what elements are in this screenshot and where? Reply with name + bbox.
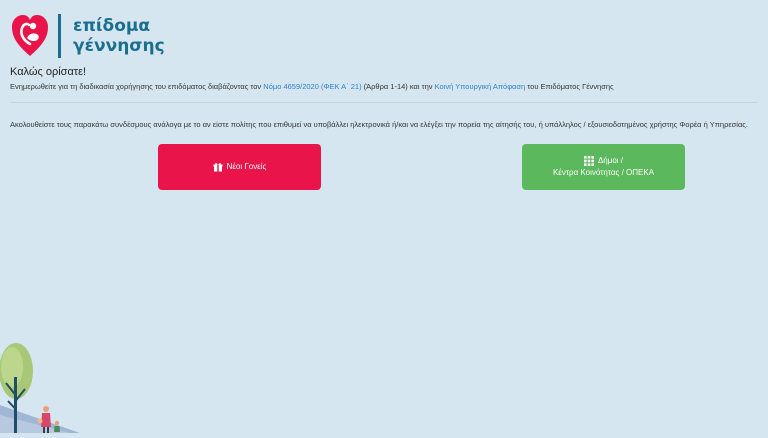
welcome-title: Καλώς ορίσατε! — [10, 66, 87, 78]
family-tree-illustration — [0, 343, 80, 433]
decision-link[interactable]: Κοινή Υπουργική Απόφαση — [435, 82, 526, 91]
logo-line-1: επίδομα — [73, 16, 151, 36]
logo-wordmark[interactable]: επίδομα γέννησης — [73, 16, 165, 56]
logo-line-2: γέννησης — [73, 36, 165, 56]
intro-paragraph: Ενημερωθείτε για τη διαδικασία χορήγησης… — [10, 82, 614, 91]
new-parents-button-content: Νέοι Γονείς — [213, 161, 267, 173]
law-link[interactable]: Νόμο 4659/2020 (ΦΕΚ Α΄ 21) — [263, 82, 361, 91]
intro-prefix: Ενημερωθείτε για τη διαδικασία χορήγησης… — [10, 82, 262, 91]
instruction-text: Ακολουθείστε τους παρακάτω συνδέσμους αν… — [10, 120, 749, 129]
logo-divider — [58, 14, 61, 58]
municipal-button-first-line: Δήμοι / — [583, 155, 624, 167]
new-parents-button[interactable]: Νέοι Γονείς — [158, 144, 321, 190]
site-header: επίδομα γέννησης — [10, 12, 165, 60]
articles-text: (Άρθρα 1-14) και την — [363, 82, 433, 91]
municipal-label-line-1: Δήμοι / — [597, 156, 624, 165]
municipal-label-line-2: Κέντρα Κοινότητας / ΟΠΕΚΑ — [552, 168, 655, 177]
grid-icon — [583, 156, 594, 166]
heart-mother-child-icon[interactable] — [10, 12, 50, 60]
section-divider — [10, 102, 758, 103]
gift-icon — [213, 162, 223, 172]
intro-suffix: του Επιδόματος Γέννησης — [527, 82, 614, 91]
municipal-services-button[interactable]: Δήμοι / Κέντρα Κοινότητας / ΟΠΕΚΑ — [522, 144, 685, 190]
new-parents-label: Νέοι Γονείς — [226, 162, 267, 171]
